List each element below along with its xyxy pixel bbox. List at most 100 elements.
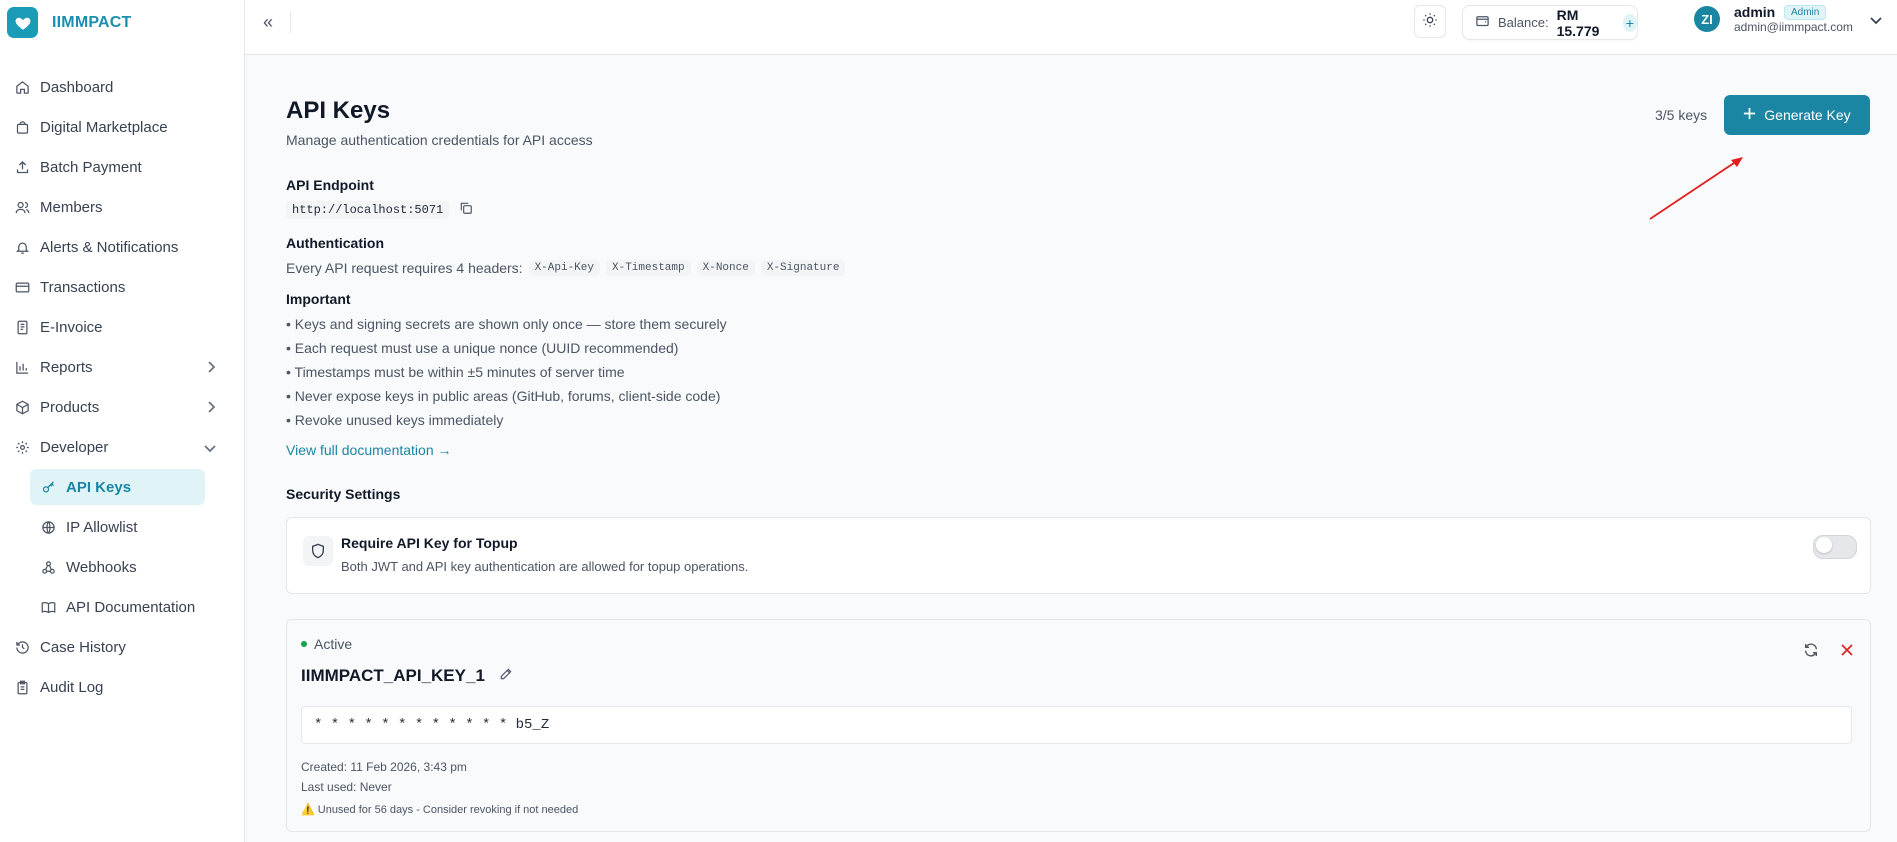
sidebar-item-webhooks[interactable]: Webhooks bbox=[30, 547, 244, 587]
header-code: X-Timestamp bbox=[606, 260, 691, 276]
brand-name: IIMMPACT bbox=[52, 13, 132, 31]
masked-key-field: * * * * * * * * * * * * b5_Z bbox=[301, 706, 1852, 744]
key-status-label: Active bbox=[314, 636, 353, 652]
copy-icon[interactable] bbox=[459, 201, 473, 219]
edit-icon[interactable] bbox=[499, 666, 513, 686]
bar-chart-icon bbox=[14, 359, 30, 375]
key-status: Active bbox=[301, 636, 352, 652]
security-setting-title: Require API Key for Topup bbox=[341, 535, 518, 551]
sidebar-item-label: Batch Payment bbox=[40, 158, 142, 176]
api-endpoint-label: API Endpoint bbox=[286, 177, 374, 193]
sidebar-item-batch-payment[interactable]: Batch Payment bbox=[0, 147, 244, 187]
webhook-icon bbox=[40, 559, 56, 575]
sidebar-item-label: API Documentation bbox=[66, 598, 196, 616]
home-icon bbox=[14, 79, 30, 95]
sidebar-item-products[interactable]: Products bbox=[0, 387, 244, 427]
chevron-right-icon bbox=[206, 360, 216, 377]
user-email: admin@iimmpact.com bbox=[1734, 20, 1853, 34]
sidebar-item-label: Webhooks bbox=[66, 558, 137, 576]
balance-widget[interactable]: Balance: RM 15.779 + bbox=[1462, 5, 1638, 40]
invoice-icon bbox=[14, 319, 30, 335]
chevron-right-icon bbox=[206, 400, 216, 417]
sidebar-item-label: Alerts & Notifications bbox=[40, 238, 179, 256]
require-api-key-toggle[interactable] bbox=[1813, 535, 1857, 559]
wallet-icon bbox=[1475, 13, 1490, 32]
plus-icon bbox=[1743, 107, 1756, 123]
chevron-down-icon bbox=[204, 440, 216, 457]
important-item: • Each request must use a unique nonce (… bbox=[286, 340, 679, 356]
sidebar-item-audit-log[interactable]: Audit Log bbox=[0, 667, 244, 707]
user-name: admin bbox=[1734, 4, 1776, 20]
key-name: IIMMPACT_API_KEY_1 bbox=[301, 666, 485, 685]
collapse-sidebar-button[interactable]: « bbox=[263, 12, 273, 33]
view-documentation-link[interactable]: View full documentation → bbox=[286, 442, 452, 458]
revoke-key-button[interactable] bbox=[1838, 641, 1856, 659]
topbar-divider bbox=[290, 11, 291, 33]
sidebar-item-label: API Keys bbox=[66, 478, 132, 496]
topbar: « bbox=[245, 0, 1897, 55]
key-created: Created: 11 Feb 2026, 3:43 pm bbox=[301, 760, 467, 774]
sidebar-item-developer[interactable]: Developer bbox=[0, 427, 244, 467]
generate-key-button[interactable]: Generate Key bbox=[1724, 95, 1870, 135]
header-code: X-Nonce bbox=[696, 260, 755, 276]
sidebar-item-label: Developer bbox=[40, 438, 109, 456]
bag-icon bbox=[14, 119, 30, 135]
security-setting-card: Require API Key for Topup Both JWT and A… bbox=[286, 517, 1871, 594]
sidebar-item-transactions[interactable]: Transactions bbox=[0, 267, 244, 307]
chevron-down-icon[interactable] bbox=[1870, 12, 1882, 29]
security-setting-description: Both JWT and API key authentication are … bbox=[341, 559, 749, 574]
history-icon bbox=[14, 639, 30, 655]
sidebar-item-label: Products bbox=[40, 398, 100, 416]
sidebar-nav: Dashboard Digital Marketplace Batch Paym… bbox=[0, 45, 244, 707]
important-item: • Timestamps must be within ±5 minutes o… bbox=[286, 364, 625, 380]
sidebar-item-dashboard[interactable]: Dashboard bbox=[0, 67, 244, 107]
sidebar-item-reports[interactable]: Reports bbox=[0, 347, 244, 387]
sidebar-item-label: E-Invoice bbox=[40, 318, 103, 336]
shield-icon bbox=[303, 536, 333, 566]
users-icon bbox=[14, 199, 30, 215]
annotation-arrow bbox=[1649, 157, 1743, 220]
important-list: • Keys and signing secrets are shown onl… bbox=[286, 312, 727, 432]
key-icon bbox=[40, 479, 56, 495]
key-name-row: IIMMPACT_API_KEY_1 bbox=[301, 666, 513, 686]
rotate-key-button[interactable] bbox=[1802, 641, 1820, 659]
sidebar-item-label: Transactions bbox=[40, 278, 126, 296]
sidebar-item-members[interactable]: Members bbox=[0, 187, 244, 227]
sidebar-item-label: Reports bbox=[40, 358, 93, 376]
key-last-used: Last used: Never bbox=[301, 780, 392, 794]
brand-logo bbox=[7, 7, 38, 38]
important-item: • Keys and signing secrets are shown onl… bbox=[286, 316, 727, 332]
api-endpoint-row: http://localhost:5071 bbox=[286, 201, 473, 219]
sidebar-item-label: Case History bbox=[40, 638, 126, 656]
user-role-badge: Admin bbox=[1784, 5, 1827, 20]
status-dot bbox=[301, 641, 307, 647]
bell-icon bbox=[14, 239, 30, 255]
sidebar-item-api-documentation[interactable]: API Documentation bbox=[30, 587, 244, 627]
upload-icon bbox=[14, 159, 30, 175]
brand[interactable]: IIMMPACT bbox=[0, 0, 244, 45]
api-key-card: Active IIMMPACT_API_KEY_1 * * * * * * * … bbox=[286, 619, 1871, 832]
generate-key-label: Generate Key bbox=[1764, 107, 1851, 123]
sidebar: IIMMPACT Dashboard Digital Marketplace B… bbox=[0, 0, 245, 842]
sidebar-item-alerts[interactable]: Alerts & Notifications bbox=[0, 227, 244, 267]
sidebar-item-e-invoice[interactable]: E-Invoice bbox=[0, 307, 244, 347]
sidebar-item-digital-marketplace[interactable]: Digital Marketplace bbox=[0, 107, 244, 147]
sidebar-item-api-keys[interactable]: API Keys bbox=[30, 469, 205, 505]
page-title: API Keys bbox=[286, 97, 391, 124]
page-subtitle: Manage authentication credentials for AP… bbox=[286, 132, 593, 148]
theme-toggle-button[interactable] bbox=[1414, 5, 1446, 38]
avatar[interactable]: ZI bbox=[1694, 6, 1720, 32]
important-label: Important bbox=[286, 291, 351, 307]
sidebar-item-case-history[interactable]: Case History bbox=[0, 627, 244, 667]
authentication-label: Authentication bbox=[286, 235, 384, 251]
important-item: • Never expose keys in public areas (Git… bbox=[286, 388, 721, 404]
sun-icon bbox=[1422, 12, 1438, 32]
topup-button[interactable]: + bbox=[1622, 13, 1637, 32]
book-icon bbox=[40, 599, 56, 615]
sidebar-item-ip-allowlist[interactable]: IP Allowlist bbox=[30, 507, 244, 547]
gear-icon bbox=[14, 439, 30, 455]
card-icon bbox=[14, 279, 30, 295]
important-item: • Revoke unused keys immediately bbox=[286, 412, 504, 428]
authentication-description: Every API request requires 4 headers: bbox=[286, 260, 523, 276]
sidebar-item-label: Audit Log bbox=[40, 678, 104, 696]
